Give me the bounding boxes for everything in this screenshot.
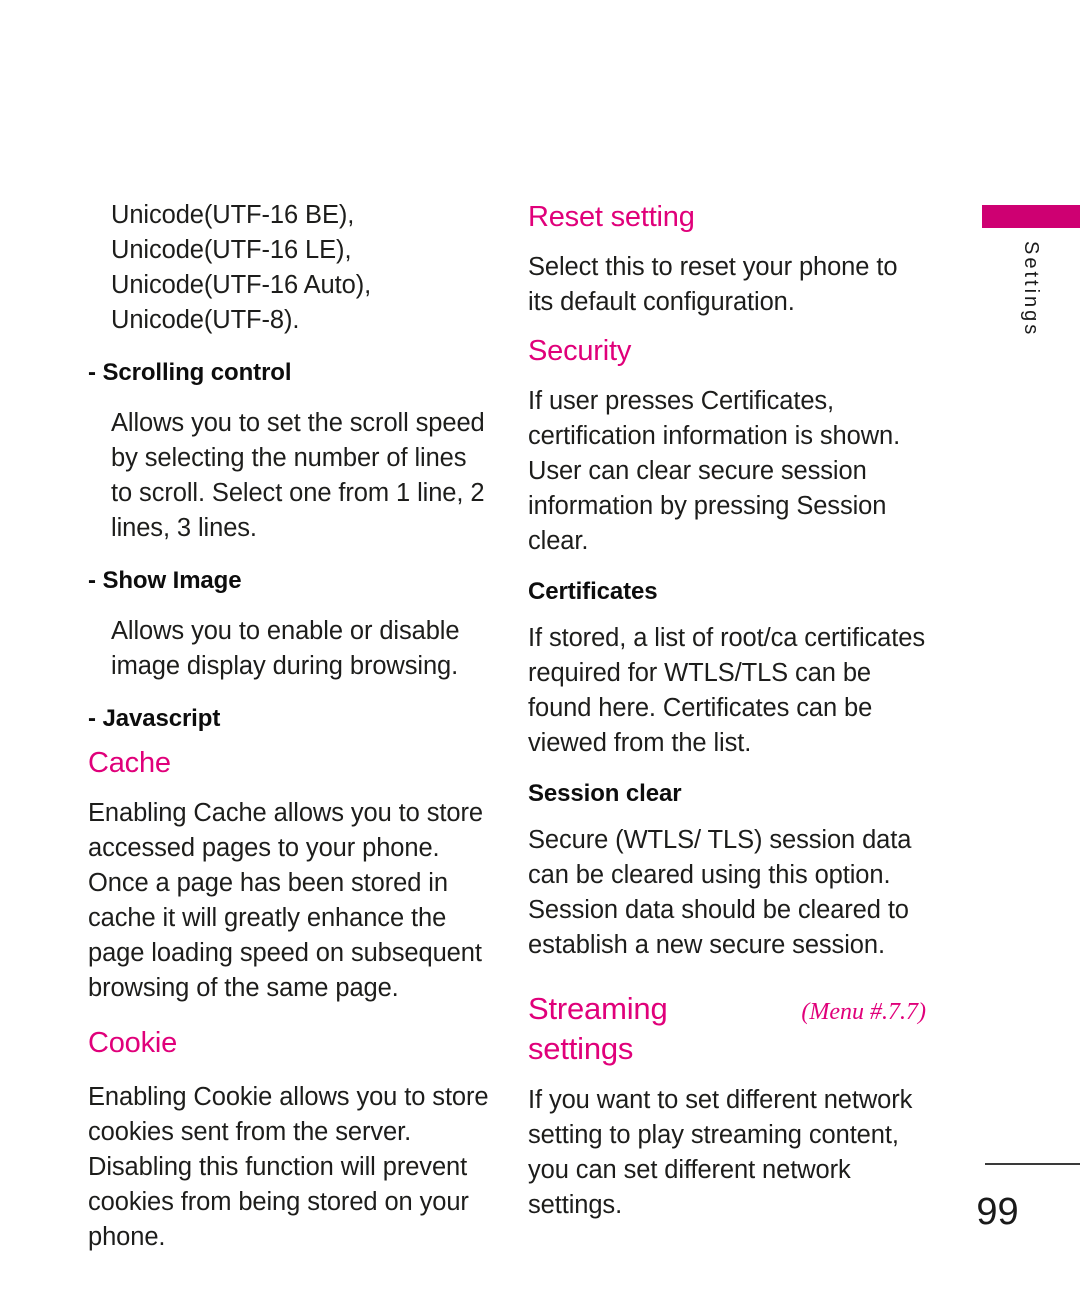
side-tab-label: Settings xyxy=(1020,241,1042,338)
paragraph: If user presses Certificates, certificat… xyxy=(528,387,901,450)
paragraph: Unicode(UTF-16 BE), Unicode(UTF-16 LE), … xyxy=(111,201,372,334)
sub-heading-session-clear: Session clear xyxy=(528,780,682,807)
paragraph: Allows you to set the scroll speed by se… xyxy=(111,409,485,542)
sub-heading-scrolling-control: - Scrolling control xyxy=(88,359,292,386)
section-heading-streaming-settings: Streaming settings (Menu #.7.7) xyxy=(528,989,926,1069)
paragraph: Enabling Cookie allows you to store cook… xyxy=(88,1083,489,1251)
sub-heading-certificates: Certificates xyxy=(528,578,658,605)
manual-page: Settings Unicode(UTF-16 BE), Unicode(UTF… xyxy=(0,0,1080,1295)
paragraph: Allows you to enable or disable image di… xyxy=(111,617,460,680)
sub-heading-show-image: - Show Image xyxy=(88,567,242,594)
heading-reset-setting: Reset setting xyxy=(528,201,695,233)
paragraph: User can clear secure session informatio… xyxy=(528,457,887,555)
sub-heading-javascript: - Javascript xyxy=(88,705,221,732)
heading-cookie: Cookie xyxy=(88,1027,178,1059)
heading-security: Security xyxy=(528,335,632,367)
side-tab-accent-bar xyxy=(982,205,1080,228)
left-text-column: Unicode(UTF-16 BE), Unicode(UTF-16 LE), … xyxy=(88,198,492,1255)
section-title: Streaming settings xyxy=(528,991,668,1066)
paragraph: Enabling Cache allows you to store acces… xyxy=(88,799,483,1002)
paragraph: Select this to reset your phone to its d… xyxy=(528,253,898,316)
heading-cache: Cache xyxy=(88,747,171,779)
side-tab-settings: Settings xyxy=(960,205,1080,465)
page-number: 99 xyxy=(976,1191,1019,1233)
footer-divider xyxy=(985,1163,1080,1165)
paragraph: If stored, a list of root/ca certificate… xyxy=(528,624,925,757)
paragraph: Secure (WTLS/ TLS) session data can be c… xyxy=(528,826,912,959)
paragraph: If you want to set different network set… xyxy=(528,1086,913,1219)
right-text-column: Reset setting Select this to reset your … xyxy=(528,198,926,1223)
menu-reference: (Menu #.7.7) xyxy=(801,999,926,1025)
